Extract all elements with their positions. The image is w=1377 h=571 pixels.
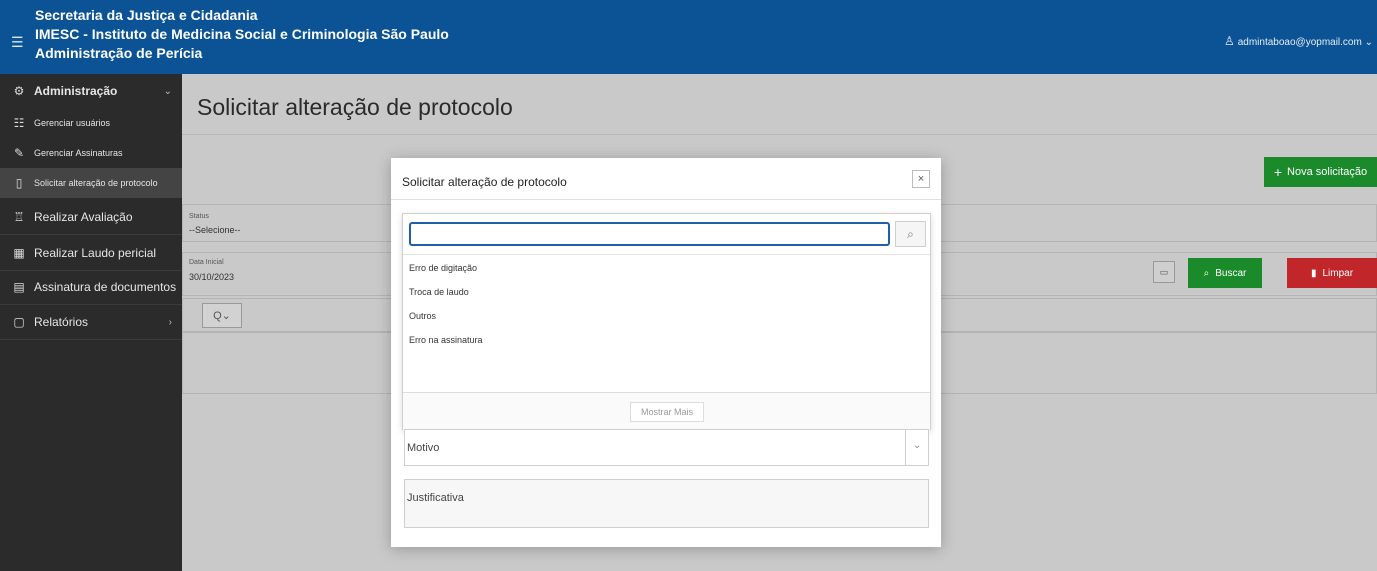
calendar-check-icon: ▦ xyxy=(13,246,25,260)
header-line-admin: Administração de Perícia xyxy=(35,45,203,61)
sidebar-divider xyxy=(0,270,182,271)
user-group-icon: ♖ xyxy=(13,210,25,224)
pen-icon: ✎ xyxy=(13,146,25,160)
select-divider xyxy=(905,430,906,465)
chevron-down-icon: ⌄ xyxy=(913,440,922,451)
trash-icon: ▮ xyxy=(1310,267,1317,279)
solicitar-alteracao-modal: Solicitar alteração de protocolo × ⌕ Err… xyxy=(391,158,941,547)
user-icon: ♙ xyxy=(1223,34,1235,48)
sidebar-item-gerenciar-assinaturas[interactable]: ✎ Gerenciar Assinaturas xyxy=(0,140,182,166)
sidebar-item-solicitar-alteracao[interactable]: ▯ Solicitar alteração de protocolo xyxy=(0,168,182,198)
option-erro-assinatura[interactable]: Erro na assinatura xyxy=(409,335,483,345)
buscar-button[interactable]: ⌕ Buscar xyxy=(1188,258,1262,288)
sidebar-item-relatorios[interactable]: ▢ Relatórios › xyxy=(0,307,182,337)
chevron-down-icon: ⌄ xyxy=(1364,37,1373,48)
justificativa-textarea[interactable]: Justificativa xyxy=(404,479,929,528)
sidebar-divider xyxy=(0,234,182,235)
page-title: Solicitar alteração de protocolo xyxy=(197,94,513,120)
sidebar-item-label: Gerenciar Assinaturas xyxy=(34,148,123,158)
app-header: ☰ Secretaria da Justiça e Cidadania IMES… xyxy=(0,0,1377,74)
nova-solicitacao-label: Nova solicitação xyxy=(1287,166,1368,178)
users-icon: ☷ xyxy=(13,116,25,130)
motivo-dropdown-popup: ⌕ Erro de digitação Troca de laudo Outro… xyxy=(402,213,931,430)
signature-icon: ▤ xyxy=(13,280,25,294)
search-icon[interactable]: ⌕ xyxy=(895,221,926,247)
header-titles: Secretaria da Justiça e Cidadania IMESC … xyxy=(35,6,449,63)
close-icon[interactable]: × xyxy=(912,170,930,188)
chevron-down-icon: ⌄ xyxy=(163,85,172,97)
nova-solicitacao-button[interactable]: + Nova solicitação xyxy=(1264,157,1377,187)
clipboard-icon: ▢ xyxy=(13,315,25,329)
calendar-icon[interactable]: ▭ xyxy=(1153,261,1175,283)
sidebar: ⚙ Administração ⌄ ☷ Gerenciar usuários ✎… xyxy=(0,74,182,571)
header-line-imesc: IMESC - Instituto de Medicina Social e C… xyxy=(35,26,449,42)
option-outros[interactable]: Outros xyxy=(409,311,436,321)
buscar-label: Buscar xyxy=(1215,267,1247,279)
option-troca-laudo[interactable]: Troca de laudo xyxy=(409,287,469,297)
sidebar-item-label: Realizar Laudo pericial xyxy=(34,246,157,260)
sidebar-item-label: Assinatura de documentos xyxy=(34,280,177,294)
sidebar-item-realizar-avaliacao[interactable]: ♖ Realizar Avaliação xyxy=(0,202,182,232)
clipboard-edit-icon: ▯ xyxy=(15,176,23,190)
status-select[interactable]: --Selecione-- xyxy=(189,225,241,235)
sidebar-item-label: Administração xyxy=(34,84,118,98)
option-erro-digitacao[interactable]: Erro de digitação xyxy=(409,263,477,273)
sidebar-item-label: Relatórios xyxy=(34,315,89,329)
gear-icon: ⚙ xyxy=(13,84,25,98)
user-menu[interactable]: ♙ admintaboao@yopmail.com ⌄ xyxy=(1224,34,1373,48)
list-divider xyxy=(403,254,930,255)
menu-toggle-icon[interactable]: ☰ xyxy=(11,34,24,51)
chevron-right-icon: › xyxy=(168,316,172,328)
header-line-secretaria: Secretaria da Justiça e Cidadania xyxy=(35,7,258,23)
sidebar-item-label: Gerenciar usuários xyxy=(34,118,111,128)
sidebar-item-label: Solicitar alteração de protocolo xyxy=(34,178,158,188)
motivo-placeholder: Motivo xyxy=(407,442,440,454)
search-icon: ⌕ xyxy=(1203,267,1210,279)
sidebar-divider xyxy=(0,304,182,305)
sidebar-item-administracao[interactable]: ⚙ Administração ⌄ xyxy=(0,78,182,104)
motivo-search-input[interactable] xyxy=(409,222,890,246)
mostrar-mais-button[interactable]: Mostrar Mais xyxy=(630,402,704,422)
table-search-dropdown[interactable]: Q⌄ xyxy=(202,303,242,328)
modal-header-divider xyxy=(391,199,941,200)
modal-title: Solicitar alteração de protocolo xyxy=(402,175,567,189)
sidebar-item-gerenciar-usuarios[interactable]: ☷ Gerenciar usuários xyxy=(0,110,182,136)
data-inicial-label: Data Inicial xyxy=(189,259,224,266)
title-divider xyxy=(182,134,1377,135)
plus-icon: + xyxy=(1273,164,1283,180)
user-email: admintaboao@yopmail.com xyxy=(1237,37,1362,48)
sidebar-item-realizar-laudo[interactable]: ▦ Realizar Laudo pericial xyxy=(0,238,182,268)
sidebar-divider xyxy=(0,339,182,340)
limpar-button[interactable]: ▮ Limpar xyxy=(1287,258,1377,288)
status-label: Status xyxy=(189,213,209,220)
sidebar-item-assinatura-documentos[interactable]: ▤ Assinatura de documentos xyxy=(0,272,182,302)
data-inicial-input[interactable]: 30/10/2023 xyxy=(189,272,234,282)
motivo-select[interactable]: Motivo ⌄ xyxy=(404,429,929,466)
popup-footer: Mostrar Mais xyxy=(403,392,930,430)
justificativa-placeholder: Justificativa xyxy=(407,492,464,504)
limpar-label: Limpar xyxy=(1322,267,1354,279)
sidebar-item-label: Realizar Avaliação xyxy=(34,210,133,224)
